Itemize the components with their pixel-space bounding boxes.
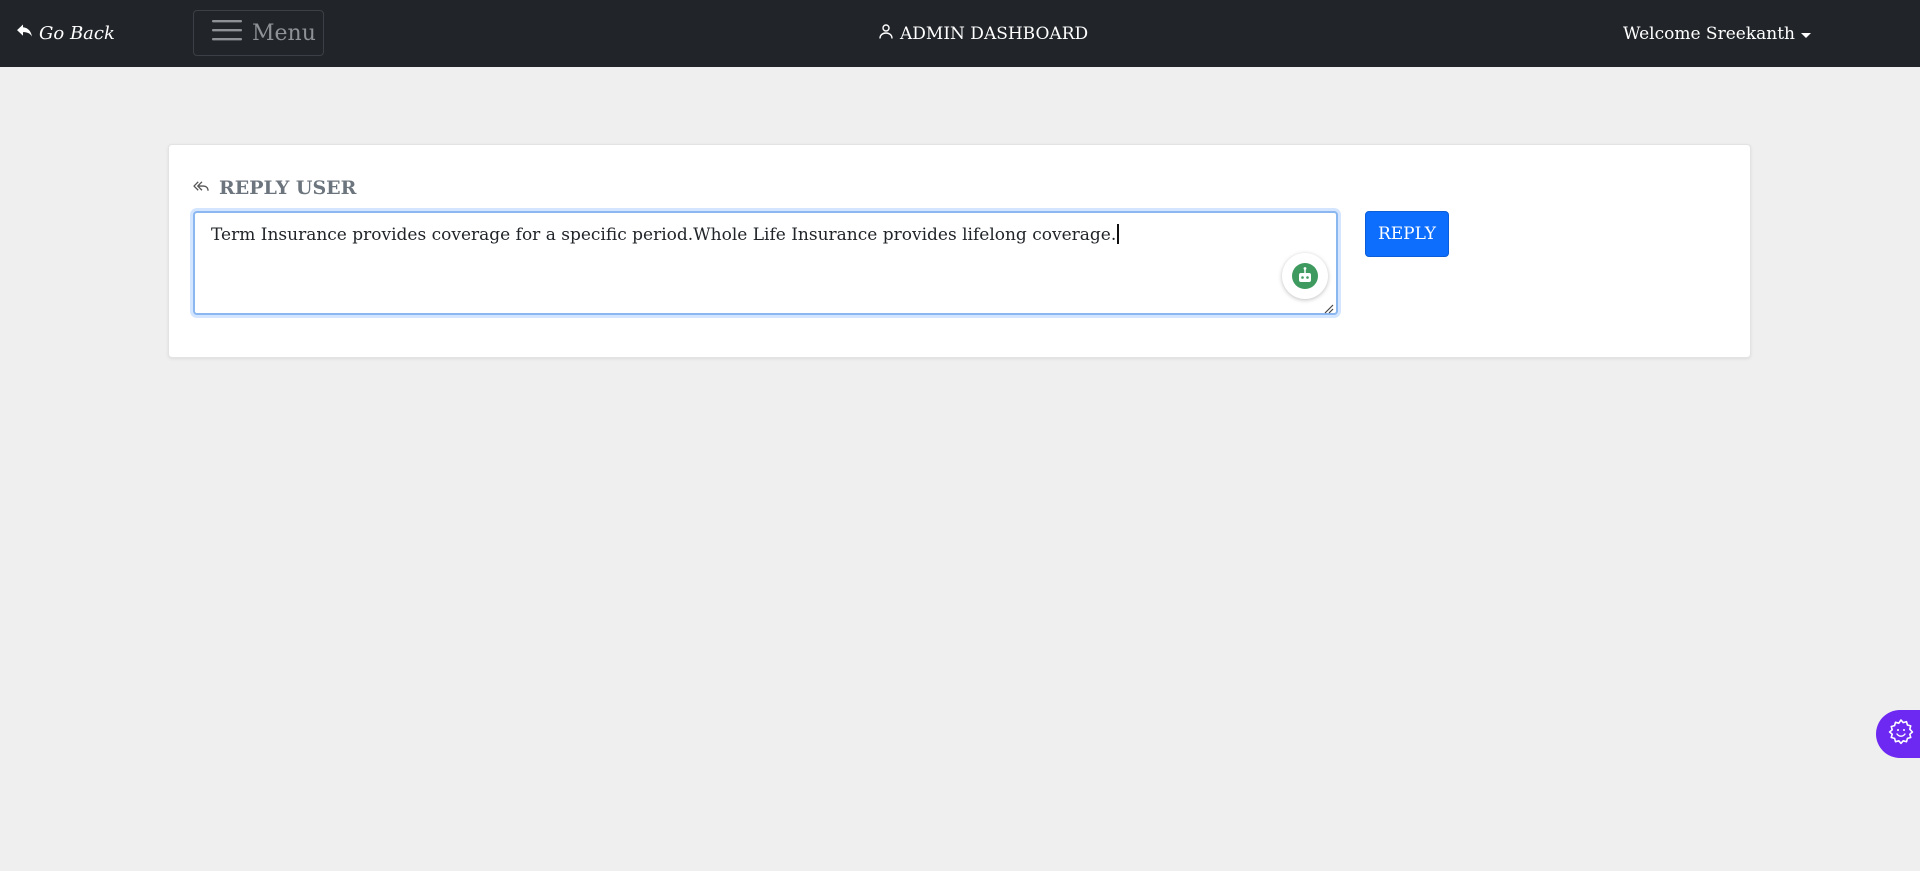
caret-down-icon xyxy=(1800,33,1811,38)
reply-arrow-icon xyxy=(16,22,33,44)
user-dropdown[interactable]: Welcome Sreekanth xyxy=(1623,22,1811,46)
page-title-label: ADMIN DASHBOARD xyxy=(900,24,1089,44)
reply-textarea-value: Term Insurance provides coverage for a s… xyxy=(211,225,1117,245)
page-title: ADMIN DASHBOARD xyxy=(878,22,1088,46)
top-navbar: Go Back Menu ADMIN DASHBOARD Welcome Sre… xyxy=(0,0,1920,67)
menu-button[interactable]: Menu xyxy=(193,10,324,56)
text-cursor xyxy=(1117,224,1119,244)
reply-button[interactable]: REPLY xyxy=(1365,211,1449,257)
welcome-label: Welcome Sreekanth xyxy=(1623,24,1795,44)
menu-label: Menu xyxy=(252,20,316,46)
floating-settings-widget[interactable] xyxy=(1876,710,1920,758)
robot-assistant-icon[interactable] xyxy=(1282,253,1328,299)
reply-user-card: REPLY USER Term Insurance provides cover… xyxy=(168,144,1751,358)
user-icon xyxy=(878,23,894,45)
card-title-label: REPLY USER xyxy=(219,177,357,199)
reply-textarea-content: Term Insurance provides coverage for a s… xyxy=(211,224,1119,245)
card-title: REPLY USER xyxy=(193,175,356,201)
hamburger-icon xyxy=(212,18,242,48)
resize-grip-icon[interactable] xyxy=(1322,299,1334,314)
gear-smile-icon xyxy=(1886,717,1916,751)
go-back-link[interactable]: Go Back xyxy=(16,21,115,45)
go-back-label: Go Back xyxy=(39,22,115,44)
reply-textarea[interactable]: Term Insurance provides coverage for a s… xyxy=(193,211,1338,315)
reply-all-icon xyxy=(193,177,210,199)
